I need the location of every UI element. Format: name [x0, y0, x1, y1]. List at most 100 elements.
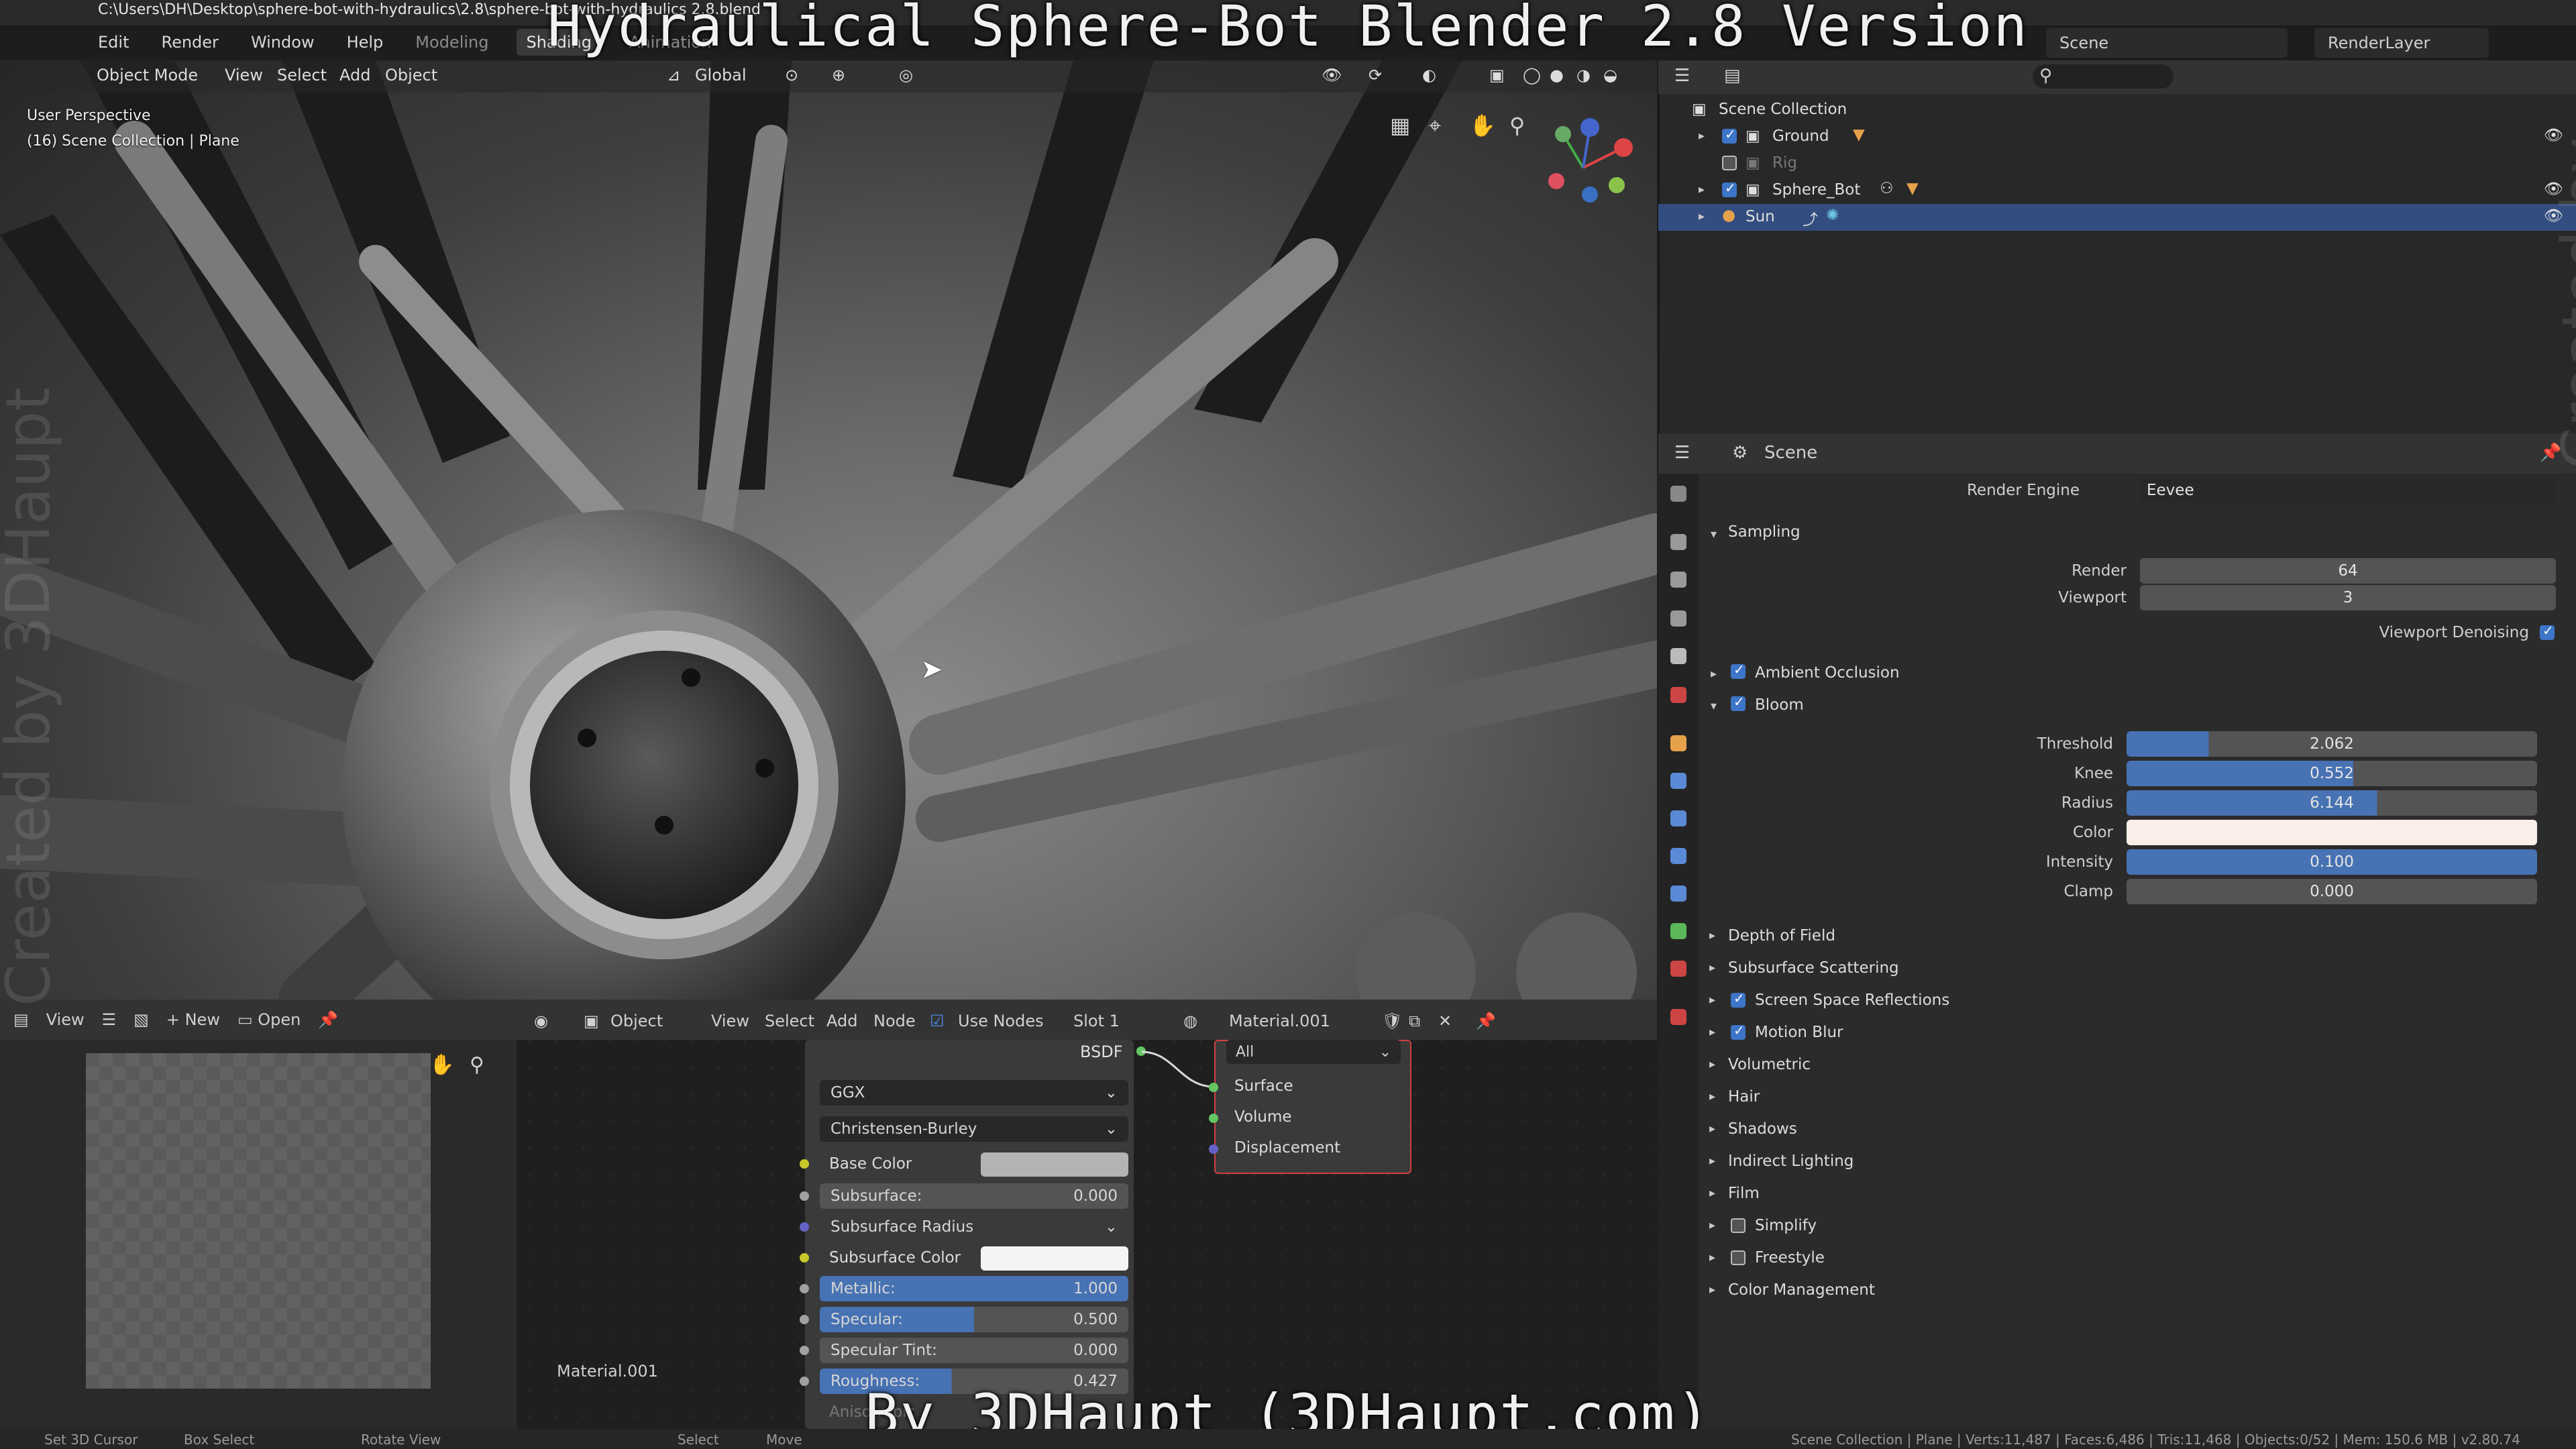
node-editor-type-icon[interactable]: ◉: [534, 1012, 548, 1030]
physics-tab-icon[interactable]: [1670, 848, 1686, 864]
expand-arrow-icon[interactable]: ▸: [1709, 1122, 1715, 1136]
viewport-denoising-checkbox[interactable]: [2540, 623, 2555, 640]
expand-arrow-icon[interactable]: ▸: [1709, 1186, 1715, 1200]
transform-orientation-dropdown[interactable]: Global: [695, 66, 747, 85]
subsurface-color-swatch[interactable]: [981, 1246, 1128, 1271]
new-image-button[interactable]: + New: [166, 1010, 220, 1029]
expand-arrow-icon[interactable]: ▸: [1709, 1025, 1715, 1039]
metallic-slider[interactable]: Metallic: 1.000: [820, 1276, 1128, 1301]
shading-rendered-icon[interactable]: ◒: [1603, 66, 1617, 85]
render-engine-dropdown[interactable]: Eevee: [2140, 478, 2556, 503]
hand-pan-icon[interactable]: ✋: [1469, 113, 1496, 138]
image-menu-view[interactable]: View: [46, 1010, 85, 1029]
outliner-row-sphere-bot[interactable]: ▸ ▣ Sphere_Bot ⚇ ▼ 👁: [1658, 177, 2576, 204]
bloom-threshold-slider[interactable]: 2.062: [2127, 731, 2537, 757]
expand-arrow-icon[interactable]: ▸: [1711, 667, 1717, 681]
specular-slider[interactable]: Specular: 0.500: [820, 1307, 1128, 1332]
gizmo-toggle-icon[interactable]: ⟳: [1368, 66, 1382, 85]
ambient-occlusion-panel-header[interactable]: Ambient Occlusion: [1755, 664, 1900, 682]
subsurface-radius-dropdown[interactable]: Subsurface Radius ⌄: [820, 1214, 1128, 1240]
subsurface-method-dropdown[interactable]: Christensen-Burley ⌄: [820, 1116, 1128, 1142]
specular-tint-slider[interactable]: Specular Tint: 0.000: [820, 1338, 1128, 1363]
panel-header-motion-blur[interactable]: ▸ Motion Blur: [1699, 1018, 2571, 1048]
display-mode-icon[interactable]: ▤: [1724, 66, 1741, 86]
panel-header-subsurface-scattering[interactable]: ▸ Subsurface Scattering: [1699, 954, 2571, 983]
surface-input-socket[interactable]: [1209, 1083, 1218, 1092]
render-tab-icon[interactable]: [1670, 534, 1686, 550]
panel-checkbox[interactable]: [1731, 1022, 1746, 1040]
snap-icon[interactable]: ⊕: [832, 66, 845, 85]
distribution-dropdown[interactable]: GGX ⌄: [820, 1080, 1128, 1106]
viewport-menu-object[interactable]: Object: [385, 66, 437, 85]
expand-arrow-icon[interactable]: ▸: [1709, 1089, 1715, 1104]
node-menu-add[interactable]: Add: [826, 1012, 857, 1030]
expand-arrow-icon[interactable]: ▸: [1699, 182, 1705, 197]
bloom-panel-header[interactable]: Bloom: [1755, 696, 1804, 714]
node-pin-icon[interactable]: 📌: [1476, 1012, 1496, 1030]
camera-icon[interactable]: ⌖: [1429, 113, 1441, 139]
3d-viewport[interactable]: [0, 60, 1657, 1000]
pivot-icon[interactable]: ⊙: [785, 66, 798, 85]
expand-arrow-icon[interactable]: ▸: [1699, 129, 1705, 143]
volume-input-socket[interactable]: [1209, 1114, 1218, 1123]
panel-header-indirect-lighting[interactable]: ▸ Indirect Lighting: [1699, 1147, 2571, 1177]
expand-arrow-icon[interactable]: ▸: [1699, 209, 1705, 223]
panel-header-depth-of-field[interactable]: ▸ Depth of Field: [1699, 922, 2571, 951]
expand-arrow-icon[interactable]: ▸: [1709, 961, 1715, 975]
material-browse-icon[interactable]: ◍: [1183, 1012, 1197, 1030]
outliner-type-icon[interactable]: ☰: [1674, 66, 1690, 86]
panel-header-freestyle[interactable]: ▸ Freestyle: [1699, 1244, 2571, 1273]
node-menu-select[interactable]: Select: [765, 1012, 814, 1030]
metallic-socket[interactable]: [800, 1284, 809, 1293]
use-nodes-checkbox[interactable]: ☑: [930, 1012, 945, 1030]
collapse-arrow-icon[interactable]: ▾: [1711, 527, 1717, 541]
panel-checkbox[interactable]: [1731, 1250, 1746, 1265]
scene-tab-icon[interactable]: [1670, 648, 1686, 664]
expand-arrow-icon[interactable]: ▸: [1709, 1250, 1715, 1265]
render-samples-field[interactable]: 64: [2140, 558, 2556, 584]
expand-arrow-icon[interactable]: ▸: [1709, 1283, 1715, 1297]
subsurface-radius-socket[interactable]: [800, 1222, 809, 1232]
expand-arrow-icon[interactable]: ▸: [1709, 1218, 1715, 1232]
world-tab-icon[interactable]: [1670, 687, 1686, 703]
panel-header-shadows[interactable]: ▸ Shadows: [1699, 1115, 2571, 1144]
image-zoom-icon[interactable]: ⚲: [470, 1053, 484, 1077]
bloom-checkbox[interactable]: [1731, 694, 1746, 711]
shading-solid-icon[interactable]: ●: [1550, 66, 1564, 85]
specular-tint-socket[interactable]: [800, 1346, 809, 1355]
panel-header-film[interactable]: ▸ Film: [1699, 1179, 2571, 1209]
output-tab-icon[interactable]: [1670, 572, 1686, 588]
open-image-button[interactable]: ▭ Open: [237, 1010, 301, 1029]
zoom-icon[interactable]: ⚲: [1509, 113, 1525, 138]
overlay-toggle-icon[interactable]: ◐: [1422, 66, 1436, 85]
bloom-radius-slider[interactable]: 6.144: [2127, 790, 2537, 816]
properties-type-icon[interactable]: ☰: [1674, 443, 1690, 463]
expand-arrow-icon[interactable]: ▸: [1709, 928, 1715, 943]
outliner-row-scene-collection[interactable]: ▣ Scene Collection: [1658, 97, 2576, 123]
expand-arrow-icon[interactable]: ▸: [1709, 1057, 1715, 1071]
outliner-row-rig[interactable]: ▣ Rig: [1658, 150, 2576, 177]
image-pan-icon[interactable]: ✋: [429, 1053, 454, 1077]
bloom-clamp-slider[interactable]: 0.000: [2127, 879, 2537, 904]
editor-type-icon[interactable]: ▤: [13, 1010, 29, 1029]
outliner-search-input[interactable]: ⚲: [2033, 64, 2174, 89]
subsurface-socket[interactable]: [800, 1191, 809, 1201]
collapse-arrow-icon[interactable]: ▾: [1711, 699, 1717, 713]
material-tab-icon[interactable]: [1670, 961, 1686, 977]
panel-header-hair[interactable]: ▸ Hair: [1699, 1083, 2571, 1112]
material-name-field[interactable]: Material.001: [1229, 1012, 1330, 1030]
viewport-samples-field[interactable]: 3: [2140, 585, 2556, 610]
node-menu-node[interactable]: Node: [873, 1012, 916, 1030]
texture-tab-icon[interactable]: [1670, 1009, 1686, 1025]
subsurface-color-socket[interactable]: [800, 1253, 809, 1263]
bloom-knee-slider[interactable]: 0.552: [2127, 761, 2537, 786]
exclude-checkbox[interactable]: [1722, 180, 1737, 197]
base-color-socket[interactable]: [800, 1159, 809, 1169]
ambient-occlusion-checkbox[interactable]: [1731, 661, 1746, 679]
exclude-checkbox[interactable]: [1722, 126, 1737, 144]
unlink-material-icon[interactable]: ✕: [1438, 1012, 1452, 1030]
viewport-menu-add[interactable]: Add: [339, 66, 370, 85]
tool-tab-icon[interactable]: [1670, 486, 1686, 502]
panel-checkbox[interactable]: [1731, 990, 1746, 1008]
viewport-menu-view[interactable]: View: [225, 66, 263, 85]
